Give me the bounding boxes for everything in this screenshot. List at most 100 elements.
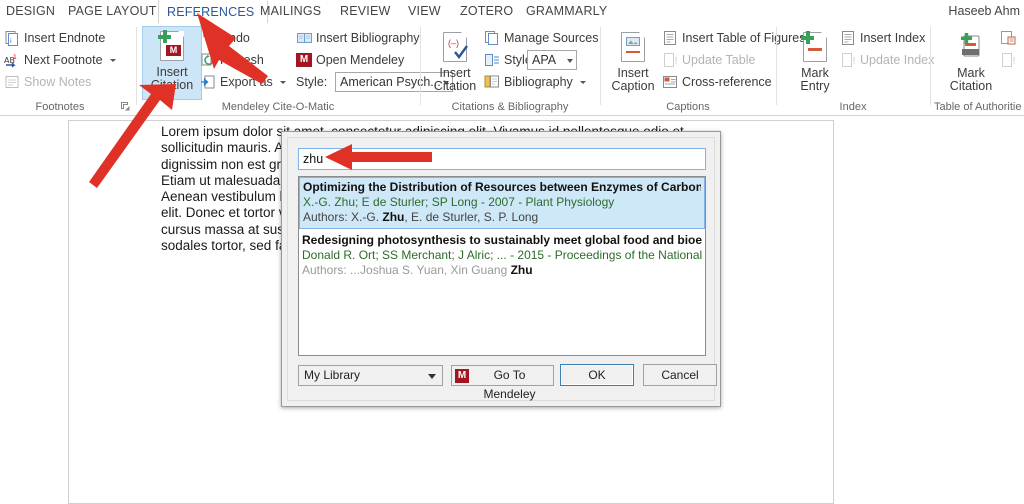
mark-entry-line2: Entry [800, 79, 830, 93]
svg-text:!: ! [852, 56, 856, 67]
next-footnote-command[interactable]: AB 1 Next Footnote [4, 50, 116, 70]
ribbon-group-citations: (–) Insert Citation Manage Sources Style… [422, 23, 599, 115]
tab-grammarly[interactable]: GRAMMARLY [518, 0, 624, 23]
mendeley-refresh-command[interactable]: Refresh [200, 50, 264, 70]
result-authors-prefix: Authors: ...Joshua S. Yuan, Xin Guang [302, 263, 511, 277]
manage-sources-command[interactable]: Manage Sources [484, 28, 599, 48]
insert-table-of-authorities-command[interactable] [1000, 28, 1020, 48]
insert-index-command[interactable]: Insert Index [840, 28, 925, 48]
group-divider [420, 27, 421, 105]
insert-index-icon [840, 30, 857, 46]
insert-caption-icon [618, 32, 648, 64]
library-chevron-down-icon[interactable] [428, 374, 436, 379]
update-index-label: Update Index [860, 53, 935, 67]
ok-button[interactable]: OK [560, 364, 634, 386]
account-user-name[interactable]: Haseeb Ahm [948, 0, 1020, 23]
update-table-command: ! Update Table [662, 50, 755, 70]
footnotes-dialog-launcher-icon[interactable] [121, 102, 130, 113]
insert-table-of-authorities-icon [1000, 30, 1017, 46]
next-footnote-icon: AB 1 [4, 52, 21, 68]
group-divider [776, 27, 777, 105]
show-notes-icon [4, 74, 21, 90]
authorities-group-label: Table of Authoritie [934, 101, 1022, 113]
tab-mailings[interactable]: MAILINGS [252, 0, 344, 23]
mendeley-undo-command[interactable]: Undo [200, 28, 250, 48]
result-title: Redesigning photosynthesis to sustainabl… [302, 233, 702, 247]
citations-insert-citation-button[interactable]: (–) Insert Citation [426, 28, 484, 106]
insert-bibliography-command[interactable]: Insert Bibliography [296, 28, 420, 48]
ribbon-group-captions: Insert Caption Insert Table of Figures !… [602, 23, 805, 115]
library-select-value: My Library [304, 368, 361, 382]
next-footnote-chevron-down-icon[interactable] [110, 59, 116, 63]
open-mendeley-label: Open Mendeley [316, 53, 405, 67]
mark-citation-icon [956, 32, 986, 64]
insert-endnote-command[interactable]: i Insert Endnote [4, 28, 105, 48]
show-notes-label: Show Notes [24, 75, 92, 89]
go-to-mendeley-button[interactable]: M Go To Mendeley [451, 365, 554, 401]
group-divider [136, 27, 137, 105]
insert-citation-line2: Citation [150, 78, 194, 92]
library-select[interactable]: My Library [298, 365, 443, 386]
citations-style-chevron-down-icon[interactable] [567, 59, 573, 63]
insert-citation-dialog[interactable]: zhu Optimizing the Distribution of Resou… [281, 131, 721, 407]
insert-endnote-icon: i [4, 30, 21, 46]
go-to-mendeley-label: Go To Mendeley [483, 368, 536, 401]
citation-result-item[interactable]: Optimizing the Distribution of Resources… [299, 177, 705, 229]
citations-style-combobox[interactable]: APA [527, 50, 577, 70]
ribbon-group-index: Mark Entry Insert Index ! Update Index I… [778, 23, 934, 115]
citation-result-item[interactable]: Redesigning photosynthesis to sustainabl… [299, 231, 705, 281]
citations-insert-citation-line2: Citation [433, 79, 477, 93]
insert-endnote-label: Insert Endnote [24, 31, 106, 45]
cross-reference-command[interactable]: Cross-reference [662, 72, 772, 92]
footnotes-group-label: Footnotes [35, 101, 85, 113]
index-group-label: Index [839, 101, 867, 113]
group-divider [600, 27, 601, 105]
manage-sources-label: Manage Sources [504, 31, 599, 45]
bibliography-command[interactable]: Bibliography [484, 72, 587, 92]
show-notes-command: Show Notes [4, 72, 91, 92]
citation-search-input[interactable]: zhu [298, 148, 706, 170]
bibliography-chevron-down-icon[interactable] [580, 81, 587, 85]
cross-reference-label: Cross-reference [682, 75, 772, 89]
tab-page-layout[interactable]: PAGE LAYOUT [60, 0, 172, 23]
citation-results-list[interactable]: Optimizing the Distribution of Resources… [298, 176, 706, 356]
group-divider [930, 27, 931, 105]
result-title: Optimizing the Distribution of Resources… [303, 180, 701, 194]
insert-caption-line2: Caption [611, 79, 655, 93]
ribbon-tabstrip: DESIGN PAGE LAYOUT REFERENCES MAILINGS R… [0, 0, 1024, 24]
update-table-label: Update Table [682, 53, 756, 67]
undo-icon [200, 30, 217, 46]
result-authors-suffix: , E. de Sturler, S. P. Long [404, 210, 539, 224]
mendeley-insert-citation-button[interactable]: M Insert Citation [142, 26, 202, 100]
update-table-of-authorities-command: ! [1000, 50, 1020, 70]
ribbon-group-authorities: Mark Citation ! Table of Authoritie [932, 23, 1024, 115]
export-as-chevron-down-icon[interactable] [280, 81, 287, 85]
insert-citation-mendeley-icon: M [157, 30, 187, 63]
update-index-command: ! Update Index [840, 50, 934, 70]
update-index-icon: ! [840, 52, 857, 68]
insert-caption-button[interactable]: Insert Caption [604, 28, 662, 93]
insert-citation-icon: (–) [440, 32, 470, 64]
ribbon-group-footnotes: i Insert Endnote AB 1 Next Footnote Show… [0, 23, 134, 115]
ribbon-group-mendeley: M Insert Citation Undo Refresh Export as… [138, 23, 453, 115]
mark-citation-button[interactable]: Mark Citation [942, 28, 1000, 93]
result-meta: X.-G. Zhu; E de Sturler; SP Long - 2007 … [303, 195, 615, 209]
svg-text:1: 1 [13, 54, 17, 61]
next-footnote-label: Next Footnote [24, 53, 103, 67]
svg-text:!: ! [674, 56, 678, 67]
ribbon: i Insert Endnote AB 1 Next Footnote Show… [0, 23, 1024, 116]
update-table-of-authorities-icon: ! [1000, 52, 1017, 68]
tab-review[interactable]: REVIEW [332, 0, 410, 23]
open-mendeley-command[interactable]: M Open Mendeley [296, 50, 404, 70]
insert-bibliography-label: Insert Bibliography [316, 31, 420, 45]
mark-citation-line2: Citation [949, 79, 993, 93]
mark-entry-icon [800, 31, 830, 64]
captions-group-label: Captions [666, 101, 710, 113]
mendeley-export-as-command[interactable]: Export as [200, 72, 287, 92]
refresh-icon [200, 52, 217, 68]
bibliography-label: Bibliography [504, 75, 573, 89]
result-meta: Donald R. Ort; SS Merchant; J Alric; ...… [302, 248, 702, 262]
cancel-button[interactable]: Cancel [643, 364, 717, 386]
refresh-label: Refresh [220, 53, 264, 67]
mark-entry-button[interactable]: Mark Entry [786, 28, 844, 93]
